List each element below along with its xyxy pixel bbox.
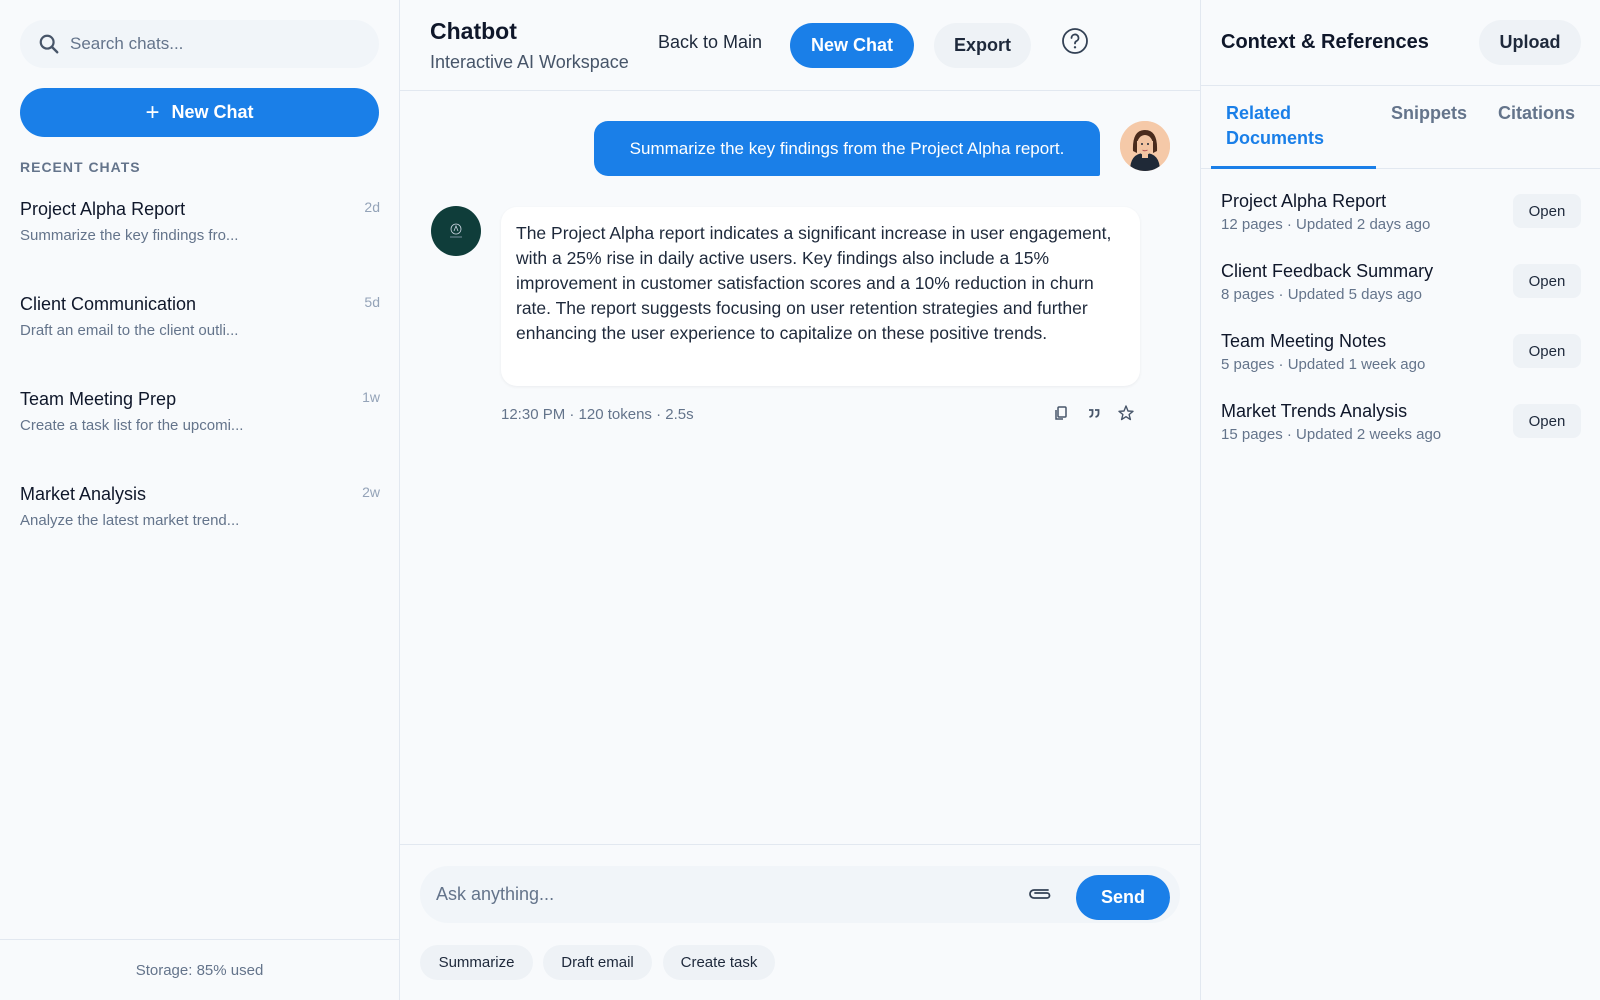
app-title: Chatbot (430, 18, 517, 44)
assistant-message: The Project Alpha report indicates a sig… (501, 207, 1140, 386)
composer: Send (420, 866, 1180, 923)
open-document-button[interactable]: Open (1513, 404, 1581, 438)
document-meta: 15 pages · Updated 2 weeks ago (1221, 426, 1442, 443)
chat-title: Client Communication (20, 294, 197, 314)
open-document-button[interactable]: Open (1513, 194, 1581, 228)
sidebar-new-chat-button[interactable]: + New Chat (20, 88, 379, 137)
document-meta: 8 pages · Updated 5 days ago (1221, 286, 1422, 303)
quote-icon[interactable] (1085, 404, 1103, 422)
avatar[interactable] (1120, 121, 1170, 171)
plus-icon: + (145, 98, 160, 126)
upload-button[interactable]: Upload (1479, 20, 1581, 65)
assistant-message-text: The Project Alpha report indicates a sig… (516, 223, 1112, 343)
chat-title: Team Meeting Prep (20, 389, 177, 409)
user-message: Summarize the key findings from the Proj… (594, 121, 1100, 176)
suggestion-chip-draft-email[interactable]: Draft email (543, 945, 652, 980)
app-subtitle: Interactive AI Workspace (430, 52, 629, 72)
copy-icon[interactable] (1052, 404, 1070, 422)
context-panel-title: Context & References (1221, 31, 1429, 53)
tab-related-documents[interactable]: Related Documents (1226, 101, 1356, 151)
chat-time: 5d (364, 294, 380, 310)
chat-time: 2d (364, 199, 380, 215)
storage-status: Storage: 85% used (0, 939, 399, 1000)
document-item: Team Meeting Notes 5 pages · Updated 1 w… (1221, 331, 1581, 381)
chat-preview: Analyze the latest market trend... (20, 512, 240, 529)
suggestion-chip-create-task[interactable]: Create task (663, 945, 775, 980)
document-item: Project Alpha Report 12 pages · Updated … (1221, 191, 1581, 241)
sidebar-new-chat-label: New Chat (171, 102, 254, 122)
context-panel: Context & References Upload Related Docu… (1201, 0, 1600, 1000)
paperclip-icon[interactable] (1026, 882, 1054, 906)
document-title: Market Trends Analysis (1221, 401, 1408, 421)
back-to-main-button[interactable]: Back to Main (658, 32, 762, 53)
user-message-text: Summarize the key findings from the Proj… (629, 138, 1065, 158)
recent-chats-heading: RECENT CHATS (20, 159, 141, 175)
document-title: Project Alpha Report (1221, 191, 1387, 211)
send-button[interactable]: Send (1076, 875, 1170, 920)
user-avatar-icon (1120, 121, 1170, 171)
document-item: Market Trends Analysis 15 pages · Update… (1221, 401, 1581, 451)
document-title: Client Feedback Summary (1221, 261, 1434, 281)
message-input[interactable] (436, 880, 996, 908)
assistant-avatar (431, 206, 481, 256)
chat-title: Market Analysis (20, 484, 147, 504)
search-input[interactable] (70, 34, 350, 54)
search-bar[interactable] (20, 20, 379, 68)
chat-list-item[interactable]: Project Alpha Report 2d Summarize the ke… (20, 199, 380, 279)
suggestion-chip-summarize[interactable]: Summarize (420, 945, 533, 980)
context-panel-header: Context & References Upload (1201, 0, 1600, 86)
open-document-button[interactable]: Open (1513, 264, 1581, 298)
search-icon (39, 34, 59, 54)
chat-title: Project Alpha Report (20, 199, 186, 219)
sidebar: + New Chat RECENT CHATS Project Alpha Re… (0, 0, 400, 1000)
chat-list-item[interactable]: Client Communication 5d Draft an email t… (20, 294, 380, 374)
header-new-chat-button[interactable]: New Chat (790, 23, 914, 68)
document-item: Client Feedback Summary 8 pages · Update… (1221, 261, 1581, 311)
export-button[interactable]: Export (934, 23, 1031, 68)
document-meta: 5 pages · Updated 1 week ago (1221, 356, 1426, 373)
document-meta: 12 pages · Updated 2 days ago (1221, 216, 1431, 233)
star-icon[interactable] (1117, 404, 1135, 422)
document-title: Team Meeting Notes (1221, 331, 1387, 351)
chat-header: Chatbot Interactive AI Workspace Back to… (400, 0, 1200, 91)
chat-preview: Draft an email to the client outli... (20, 322, 239, 339)
message-meta: 12:30 PM · 120 tokens · 2.5s (501, 406, 694, 423)
chat-time: 2w (362, 484, 380, 500)
assistant-logo-icon (450, 223, 462, 238)
active-tab-indicator (1211, 166, 1376, 169)
tab-citations[interactable]: Citations (1498, 101, 1575, 126)
context-tabs: Related Documents Snippets Citations (1201, 86, 1600, 169)
chat-preview: Summarize the key findings fro... (20, 227, 239, 244)
chat-list-item[interactable]: Market Analysis 2w Analyze the latest ma… (20, 484, 380, 564)
question-circle-icon[interactable] (1061, 27, 1089, 55)
chat-list-item[interactable]: Team Meeting Prep 1w Create a task list … (20, 389, 380, 469)
open-document-button[interactable]: Open (1513, 334, 1581, 368)
chat-preview: Create a task list for the upcomi... (20, 417, 244, 434)
chat-time: 1w (362, 389, 380, 405)
tab-snippets[interactable]: Snippets (1391, 101, 1467, 126)
